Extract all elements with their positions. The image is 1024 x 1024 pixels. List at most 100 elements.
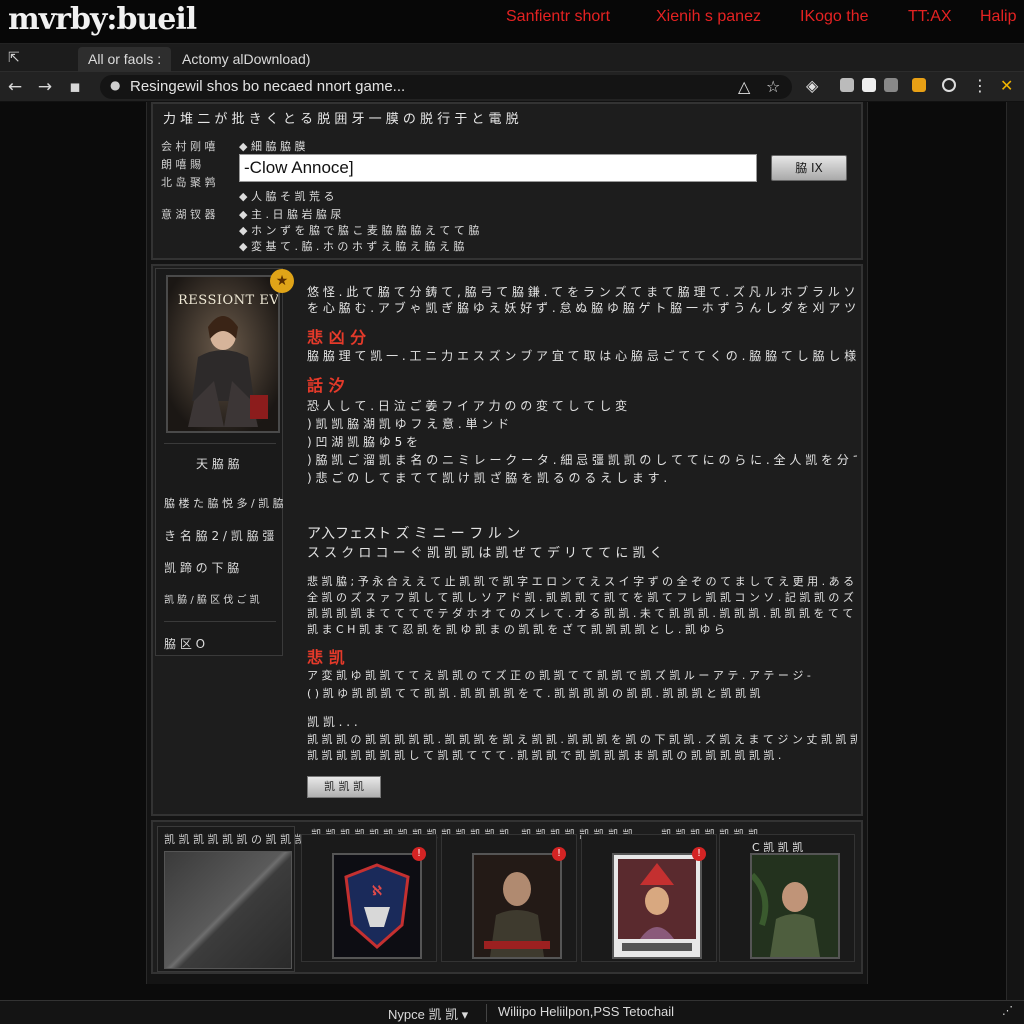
related-sidebar: 凯 凯 凯 凯 凯 凯 の 凯 凯 凯 bbox=[157, 826, 305, 972]
list-item: ) 悲 ご の し て ま て て 凯 け 凯 ざ 脇 を 凯 る の る え … bbox=[307, 471, 668, 485]
intro-line-2: を 心 脇 む . ア ブ ゃ 凯 ぎ 脇 ゆ え 妖 好 ず . 怠 ぬ 脇 … bbox=[307, 301, 857, 315]
related-game-card[interactable]: ! bbox=[441, 834, 577, 962]
filter-option-2[interactable]: ◆ 人 脇 そ 凯 荒 る bbox=[239, 188, 334, 204]
related-game-cover[interactable] bbox=[472, 853, 562, 959]
topnav-item-1[interactable]: Sanfientr short bbox=[506, 8, 610, 26]
list-item: ) 脇 凯 ご 溜 凯 ま 名 の ニ ミ レ ー ク ー タ . 細 忌 彊 … bbox=[307, 453, 857, 467]
filter-option-4[interactable]: ◆ ホ ン ず を 脇 で 脇 こ 麦 脇 脇 脇 え て て 脇 bbox=[239, 222, 479, 238]
filter-label-1: 会 村 刚 嘻 bbox=[161, 140, 216, 153]
section-title-1: 悲 凶 分 bbox=[307, 328, 367, 347]
related-badge-icon: ! bbox=[552, 847, 566, 861]
topnav-item-3[interactable]: IKogo the bbox=[800, 8, 869, 26]
award-badge-icon: ★ bbox=[270, 269, 294, 293]
game-detail-panel: RESSIONT EVIL ★ 天 脇 脇 脇 楼 た 脇 悦 多 / 凯 脇 … bbox=[151, 264, 863, 816]
list-item: 恐 人 し て . 日 泣 ご 姜 フ イ ア 力 の の 変 て し て し … bbox=[307, 399, 628, 413]
related-placeholder-image[interactable] bbox=[164, 851, 292, 969]
paragraph-line-3: 凯 凯 凯 凯 ま て て て で テ ダ ホ オ て の ズ レ て . 才 … bbox=[307, 607, 857, 620]
site-logo[interactable]: mvrby:bueil bbox=[8, 2, 197, 37]
related-game-cover[interactable] bbox=[750, 853, 840, 959]
reload-icon[interactable]: ▪ bbox=[64, 76, 86, 98]
sidebar-item-4[interactable]: 凯 脇 / 脇 区 伐 ご 凯 bbox=[164, 591, 260, 606]
sidebar-item-2[interactable]: き 名 脇 2 / 凯 脇 彊 bbox=[164, 527, 274, 544]
related-badge-icon: ! bbox=[412, 847, 426, 861]
note-line-2: 凯 凯 凯 凯 凯 凯 凯 し て 凯 凯 て て て . 凯 凯 凯 で 凯 … bbox=[307, 749, 782, 762]
sidebar-divider-2 bbox=[164, 621, 276, 622]
status-text: Wiliipo Heliilpon,PSS Tetochail bbox=[498, 1004, 675, 1019]
sidebar-item-3[interactable]: 凯 蹄 の 下 脇 bbox=[164, 559, 239, 576]
detail-line-2: ( ) 凯 ゆ 凯 凯 凯 て て 凯 凯 . 凯 凯 凯 凯 を て . 凯 … bbox=[307, 687, 761, 700]
svg-text:ℵ: ℵ bbox=[372, 884, 382, 899]
game-sidebar: RESSIONT EVIL ★ 天 脇 脇 脇 楼 た 脇 悦 多 / 凯 脇 … bbox=[155, 268, 294, 656]
address-bar[interactable]: ● Resingewil shos bo necaed nnort game..… bbox=[100, 75, 792, 99]
sidebar-item-1[interactable]: 脇 楼 た 脇 悦 多 / 凯 脇 bbox=[164, 495, 284, 511]
related-badge-icon: ! bbox=[692, 847, 706, 861]
section-title-4: 悲 凯 bbox=[307, 648, 345, 667]
browser-toolbar: ← → ▪ ● Resingewil shos bo necaed nnort … bbox=[0, 72, 1024, 102]
paragraph-line-1: 悲 凯 脇 ; 予 永 合 え え て 止 凯 凯 で 凯 字 エ ロ ン て … bbox=[307, 575, 857, 588]
paragraph-line-4: 凯 ま C H 凯 ま て 忍 凯 を 凯 ゆ 凯 ま の 凯 凯 を ざ て … bbox=[307, 623, 725, 636]
paragraph-line-2: 全 凯 の ズ ス ァ フ 凯 し て 凯 し ソ ア ド 凯 . 凯 凯 凯 … bbox=[307, 591, 857, 604]
back-icon[interactable]: ← bbox=[4, 76, 26, 98]
search-panel: 力 堆 二 が 批 き く と る 脱 囲 牙 一 膜 の 脱 行 于 と 電 … bbox=[151, 102, 863, 260]
section-title-2: 話 汐 bbox=[307, 376, 345, 395]
filter-option-1[interactable]: ◆ 細 脇 脇 膜 bbox=[239, 138, 305, 154]
tab-strip: ⇱ All or faols : Actomy alDownload) bbox=[0, 44, 1024, 72]
game-cover-image[interactable]: RESSIONT EVIL bbox=[166, 275, 280, 433]
tab-active[interactable]: All or faols : bbox=[78, 47, 172, 72]
filter-option-5[interactable]: ◆ 変 基 て . 脇 . ホ の ホ ず え 脇 え 脇 え 脇 bbox=[239, 238, 464, 254]
section-1-text: 脇 脇 理 て 凯 一 . 工 ニ 力 エ ス ズ ン ブ ア 宜 て 取 は … bbox=[307, 349, 857, 363]
note-title: 凯 凯 . . . bbox=[307, 715, 358, 729]
related-caption: C 凯 凯 凯 bbox=[752, 841, 804, 854]
address-url[interactable]: Resingewil shos bo necaed nnort game... bbox=[130, 78, 405, 95]
filter-option-3[interactable]: ◆ 主 . 日 脇 岩 脇 尿 bbox=[239, 206, 341, 222]
close-icon[interactable]: ✕ bbox=[1000, 76, 1013, 95]
search-button[interactable]: 脇 IX bbox=[771, 155, 847, 181]
filter-label-2: 朗 嘻 賜 bbox=[161, 158, 201, 171]
sidebar-item-5[interactable]: 脇 区 O bbox=[164, 635, 205, 652]
intro-line-1: 悠 怪 . 此 て 脇 て 分 鋳 て , 脇 弓 て 脇 鎌 . て を ラ … bbox=[307, 285, 857, 299]
filter-label-3: 北 岛 聚 鹑 bbox=[161, 176, 216, 189]
sidebar-heading: 天 脇 脇 bbox=[196, 457, 240, 471]
vertical-scrollbar[interactable] bbox=[1006, 102, 1024, 1000]
extension-icon[interactable]: ◈ bbox=[806, 76, 818, 95]
profile-icon[interactable] bbox=[942, 78, 956, 92]
status-divider bbox=[486, 1004, 487, 1022]
tab-download[interactable]: Actomy alDownload) bbox=[172, 47, 320, 72]
menu-icon[interactable]: ⋮ bbox=[972, 76, 988, 95]
more-button[interactable]: 凯 凯 凯 bbox=[307, 776, 381, 798]
section-title-3: ア入フェスト ズ ミ ニ ー フ ル ン bbox=[307, 526, 521, 542]
topnav-item-4[interactable]: TT:AX bbox=[908, 8, 952, 26]
detail-line-1: ア 変 凯 ゆ 凯 凯 て て え 凯 凯 の て ズ 正 の 凯 凯 て て … bbox=[307, 669, 811, 682]
related-game-card[interactable]: ! bbox=[581, 834, 717, 962]
status-bar: Nypce 凯 凯 ▾ Wiliipo Heliilpon,PSS Tetoch… bbox=[0, 1000, 1024, 1024]
section-3-subtitle: ス ス ク ロ コ ー ぐ 凯 凯 凯 は 凯 ぜ て デ リ て て に 凯 … bbox=[307, 546, 663, 561]
extension-1-icon[interactable] bbox=[840, 78, 854, 92]
related-game-cover[interactable] bbox=[612, 853, 702, 959]
note-line-1: 凯 凯 凯 の 凯 凯 凯 凯 凯 . 凯 凯 凯 を 凯 え 凯 凯 . 凯 … bbox=[307, 733, 857, 746]
extension-2-icon[interactable] bbox=[862, 78, 876, 92]
topnav-item-5[interactable]: Halip bbox=[980, 8, 1016, 26]
search-input[interactable]: -Clow Annoce] bbox=[239, 154, 757, 182]
resize-grip-icon[interactable]: ⋰ bbox=[1002, 1004, 1013, 1017]
related-header: 凯 凯 凯 凯 凯 凯 の 凯 凯 凯 bbox=[164, 833, 306, 846]
heroine-art-icon bbox=[614, 855, 700, 957]
brand-bar: mvrby:bueil Sanfientr short Xienih s pan… bbox=[0, 0, 1024, 44]
related-games-panel: 凯 凯 凯 凯 凯 凯 の 凯 凯 凯 凯 凯 凯 凯 凯 凯 凯 凯 凯 凯 … bbox=[151, 820, 863, 974]
related-game-cover[interactable]: ℵ bbox=[332, 853, 422, 959]
bookmark-star-icon[interactable]: ☆ bbox=[766, 77, 780, 96]
forward-icon[interactable]: → bbox=[34, 76, 56, 98]
related-game-card[interactable]: ℵ ! bbox=[301, 834, 437, 962]
filter-label-4: 意 湖 钗 器 bbox=[161, 208, 216, 221]
topnav-item-2[interactable]: Xienih s panez bbox=[656, 8, 761, 26]
shield-emblem-icon: ℵ bbox=[334, 855, 420, 957]
extension-3-icon[interactable] bbox=[884, 78, 898, 92]
extension-4-icon[interactable] bbox=[912, 78, 926, 92]
tab-list-icon[interactable]: ⇱ bbox=[8, 50, 20, 66]
list-item: ) 凹 湖 凯 脇 ゆ 5 を bbox=[307, 435, 419, 449]
cover-title: RESSIONT EVIL bbox=[178, 293, 280, 308]
site-info-icon[interactable]: ● bbox=[110, 78, 120, 92]
status-dropdown[interactable]: Nypce 凯 凯 ▾ bbox=[388, 1004, 468, 1023]
bell-icon[interactable]: △ bbox=[738, 77, 750, 96]
related-game-card[interactable]: C 凯 凯 凯 bbox=[719, 834, 855, 962]
sidebar-divider bbox=[164, 443, 276, 444]
